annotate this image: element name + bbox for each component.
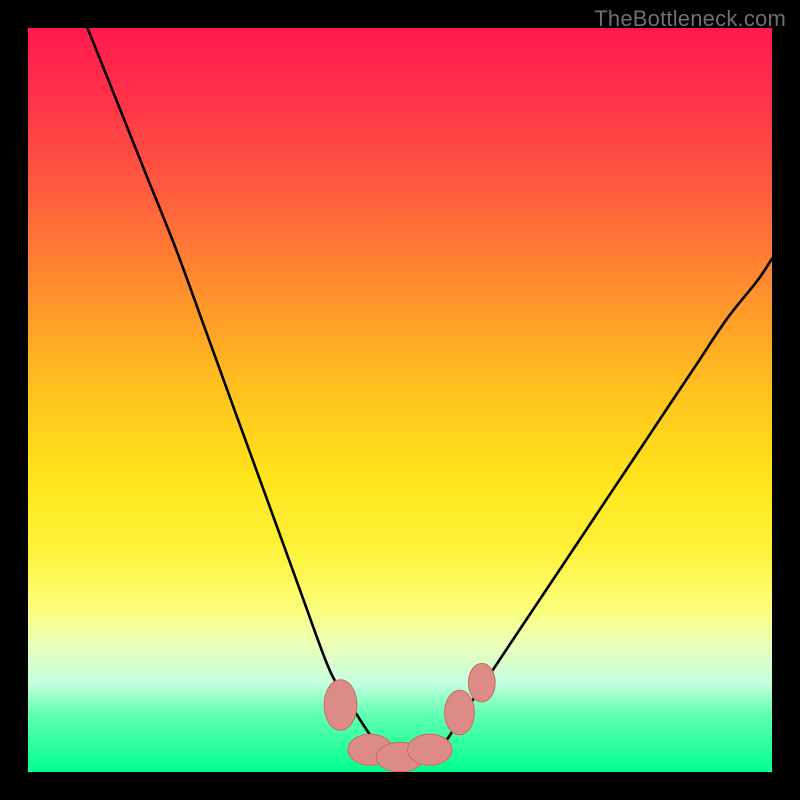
min-cluster-left (324, 680, 357, 731)
min-cluster-mid-c (408, 734, 453, 765)
bottleneck-curve-path (88, 28, 773, 758)
curve-layer-svg (28, 28, 772, 772)
plot-area (28, 28, 772, 772)
min-cluster-right (445, 690, 475, 735)
chart-frame: TheBottleneck.com (0, 0, 800, 800)
min-cluster-far-r (468, 663, 495, 702)
watermark-text: TheBottleneck.com (594, 6, 786, 32)
min-markers-group (324, 663, 495, 772)
